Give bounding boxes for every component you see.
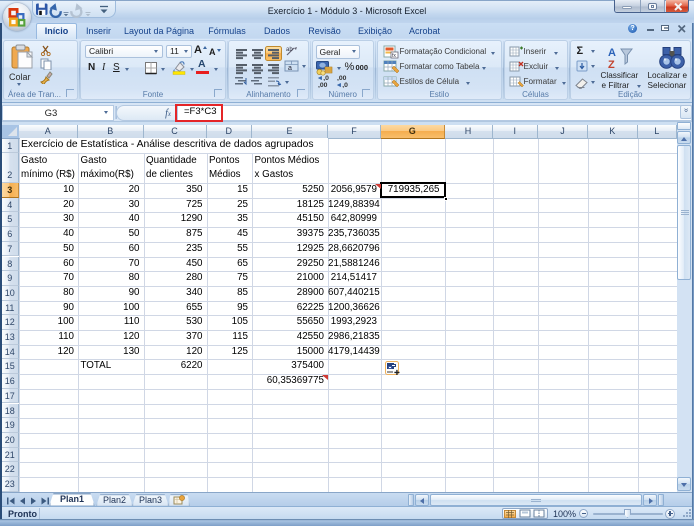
svg-text:A: A bbox=[608, 47, 616, 59]
svg-text:fx: fx bbox=[392, 53, 396, 59]
svg-text:ab: ab bbox=[286, 47, 293, 53]
svg-text:a: a bbox=[288, 65, 292, 72]
svg-text:Z: Z bbox=[608, 59, 615, 71]
